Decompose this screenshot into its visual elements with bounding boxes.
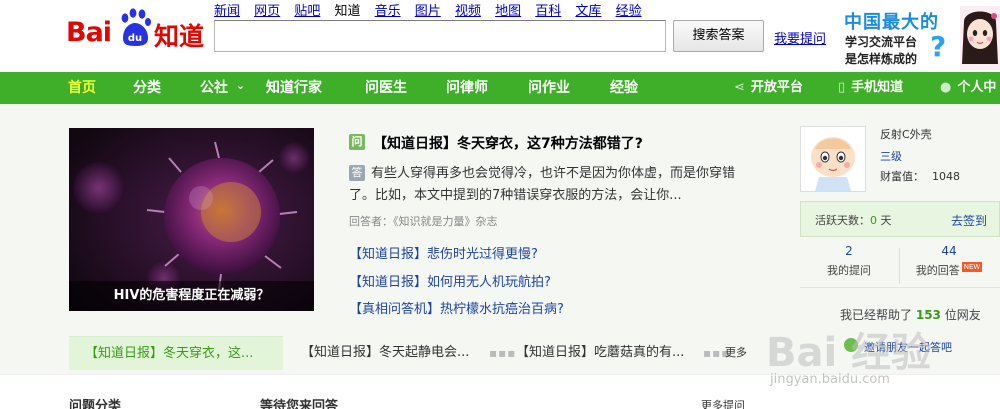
cartoon-girl-icon bbox=[960, 6, 1000, 70]
header: Bai du 知道 新闻 网页 贴吧 知道 音乐 图片 视频 地图 百科 文库 … bbox=[0, 0, 1000, 72]
nav-item-homework[interactable]: 问作业 bbox=[528, 72, 570, 104]
helped-prefix: 我已经帮助了 bbox=[840, 308, 913, 322]
nav-mobile-zhidao[interactable]: ▯ 手机知道 bbox=[838, 72, 903, 104]
tab-separator: ▪▪▪ bbox=[489, 346, 517, 360]
topnav-item-zhidao: 知道 bbox=[334, 4, 361, 19]
nav-item-ask-lawyer[interactable]: 问律师 bbox=[446, 72, 488, 104]
topnav-item-baike[interactable]: 百科 bbox=[535, 0, 561, 19]
answer-badge: 答 bbox=[349, 164, 365, 181]
paw-logo-icon: du bbox=[121, 8, 151, 46]
my-questions-label: 我的提问 bbox=[827, 264, 871, 277]
share-icon: ⋖ bbox=[734, 80, 745, 95]
feature-image[interactable]: HIV的危害程度正在减弱？ bbox=[69, 128, 314, 311]
nav-open-platform-label: 开放平台 bbox=[750, 80, 803, 95]
new-badge: NEW bbox=[961, 262, 983, 272]
my-questions-count: 2 bbox=[845, 244, 853, 258]
cartoon-baby-avatar-icon bbox=[801, 127, 865, 191]
user-stats: 2 我的提问 44 我的回答 NEW bbox=[800, 244, 1000, 288]
related-link[interactable]: 【知道日报】悲伤时光过得更慢? bbox=[349, 243, 538, 262]
related-link[interactable]: 【真相问答机】热柠檬水抗癌治百病? bbox=[349, 298, 564, 317]
user-name[interactable]: 反射C外壳 bbox=[880, 126, 932, 142]
daily-answer-text: 有些人穿得再多也会觉得冷，也许不是因为你体虚，而是你穿错了。比如，本文中提到的7… bbox=[349, 166, 736, 203]
nav-mobile-zhidao-label: 手机知道 bbox=[851, 80, 904, 95]
search-answer-button[interactable]: 搜索答案 bbox=[673, 20, 764, 52]
question-categories-heading: 问题分类 bbox=[69, 399, 122, 409]
related-link[interactable]: 【知道日报】如何用无人机玩航拍? bbox=[349, 271, 551, 290]
carousel-tab-1[interactable]: 【知道日报】冬天穿衣，这... bbox=[69, 336, 283, 370]
topnav-item-music[interactable]: 音乐 bbox=[375, 0, 401, 19]
baidu-zhidao-logo[interactable]: Bai du 知道 bbox=[66, 5, 206, 51]
nav-item-category[interactable]: 分类 bbox=[133, 72, 161, 104]
nav-item-community-label: 公社 bbox=[200, 80, 228, 96]
active-days-box: 活跃天数：0 天 去签到 bbox=[800, 201, 1000, 237]
promo-banner[interactable]: 中国最大的 学习交流平台 是怎样炼成的 ? bbox=[834, 4, 1000, 70]
more-questions-link[interactable]: 更多提问 bbox=[701, 397, 745, 409]
answerer-meta: 回答者：《知识就是力量》杂志 bbox=[349, 215, 498, 228]
wealth-value: 1048 bbox=[932, 170, 960, 183]
carousel-tab-3[interactable]: 【知道日报】吃蘑菇真的有... bbox=[516, 336, 684, 370]
question-badge: 问 bbox=[349, 134, 365, 150]
nav-item-community[interactable]: 公社 ⌄ bbox=[200, 72, 245, 104]
topnav-item-news[interactable]: 新闻 bbox=[214, 0, 240, 19]
daily-question-title-text: 【知道日报】冬天穿衣，这7种方法都错了? bbox=[373, 136, 643, 152]
promo-question-mark: ? bbox=[930, 30, 947, 63]
user-panel: 反射C外壳 三级 财富值： 1048 活跃天数：0 天 去签到 2 我的提问 44… bbox=[800, 114, 1000, 374]
topnav-item-wenku[interactable]: 文库 bbox=[575, 0, 601, 19]
ask-question-link[interactable]: 我要提问 bbox=[774, 28, 826, 47]
nav-open-platform[interactable]: ⋖ 开放平台 bbox=[734, 72, 803, 104]
my-answers[interactable]: 44 我的回答 NEW bbox=[900, 244, 998, 278]
tabs-more-link[interactable]: 更多 bbox=[725, 336, 747, 370]
waiting-answers-heading: 等待您来回答 bbox=[260, 399, 339, 409]
nav-item-home[interactable]: 首页 bbox=[68, 72, 96, 104]
topnav-item-video[interactable]: 视频 bbox=[455, 0, 481, 19]
user-icon: ● bbox=[940, 80, 952, 95]
user-level[interactable]: 三级 bbox=[880, 148, 902, 164]
helped-count: 153 bbox=[915, 308, 941, 322]
top-nav: 新闻 网页 贴吧 知道 音乐 图片 视频 地图 百科 文库 经验 bbox=[214, 0, 652, 19]
carousel-tabs: 【知道日报】冬天穿衣，这... 【知道日报】冬天起静电会... ▪▪▪ 【知道日… bbox=[69, 336, 759, 370]
invite-icon bbox=[844, 338, 858, 352]
user-wealth: 财富值： 1048 bbox=[880, 168, 960, 184]
nav-item-jingyan[interactable]: 经验 bbox=[610, 72, 638, 104]
helped-suffix: 位网友 bbox=[944, 308, 981, 322]
phone-icon: ▯ bbox=[838, 80, 846, 95]
nav-item-experts[interactable]: 知道行家 bbox=[266, 72, 322, 104]
topnav-item-web[interactable]: 网页 bbox=[254, 0, 280, 19]
bottom-section-headers: 问题分类 等待您来回答 更多提问 bbox=[0, 374, 1000, 409]
search-input[interactable] bbox=[214, 20, 666, 52]
wealth-label: 财富值： bbox=[880, 170, 924, 183]
avatar[interactable] bbox=[800, 126, 866, 192]
active-days-value: 0 bbox=[870, 214, 877, 227]
chevron-down-icon: ⌄ bbox=[235, 79, 246, 92]
nav-item-ask-doctor[interactable]: 问医生 bbox=[365, 72, 407, 104]
promo-line-1: 中国最大的 bbox=[844, 12, 939, 33]
my-answers-label-wrap: 我的回答 NEW bbox=[900, 262, 998, 278]
active-days-unit: 天 bbox=[880, 214, 892, 227]
logo-bai-text: Bai bbox=[66, 17, 112, 48]
logo-zhidao-text: 知道 bbox=[154, 22, 205, 51]
topnav-item-tieba[interactable]: 贴吧 bbox=[294, 0, 320, 19]
topnav-item-images[interactable]: 图片 bbox=[415, 0, 441, 19]
sign-in-button[interactable]: 去签到 bbox=[951, 212, 987, 229]
active-days: 活跃天数：0 天 bbox=[815, 212, 892, 228]
my-answers-label: 我的回答 bbox=[915, 264, 960, 277]
nav-personal-center[interactable]: ●个人中心 bbox=[940, 72, 1000, 127]
main-nav-bar: 首页 分类 公社 ⌄ 知道行家 问医生 问律师 问作业 经验 ⋖ 开放平台 ▯ 手机… bbox=[0, 72, 1000, 127]
daily-answer-excerpt[interactable]: 答有些人穿得再多也会觉得冷，也许不是因为你体虚，而是你穿错了。比如，本文中提到的… bbox=[349, 163, 744, 207]
promo-line-2: 学习交流平台 bbox=[845, 35, 918, 49]
feature-caption[interactable]: HIV的危害程度正在减弱？ bbox=[69, 281, 314, 311]
logo-du-text: du bbox=[128, 33, 142, 44]
invite-friends-link[interactable]: 邀请朋友一起答吧 bbox=[864, 339, 952, 355]
topnav-item-jingyan[interactable]: 经验 bbox=[616, 0, 642, 19]
active-days-label: 活跃天数： bbox=[815, 214, 870, 227]
carousel-tab-2[interactable]: 【知道日报】冬天起静电会... bbox=[301, 336, 469, 370]
daily-question-title[interactable]: 问【知道日报】冬天穿衣，这7种方法都错了? bbox=[349, 133, 643, 153]
promo-line-3: 是怎样炼成的 bbox=[845, 52, 918, 66]
my-questions[interactable]: 2 我的提问 bbox=[800, 244, 898, 278]
topnav-item-map[interactable]: 地图 bbox=[495, 0, 521, 19]
helped-count-text: 我已经帮助了 153 位网友 bbox=[840, 306, 981, 323]
my-answers-count: 44 bbox=[941, 244, 957, 258]
